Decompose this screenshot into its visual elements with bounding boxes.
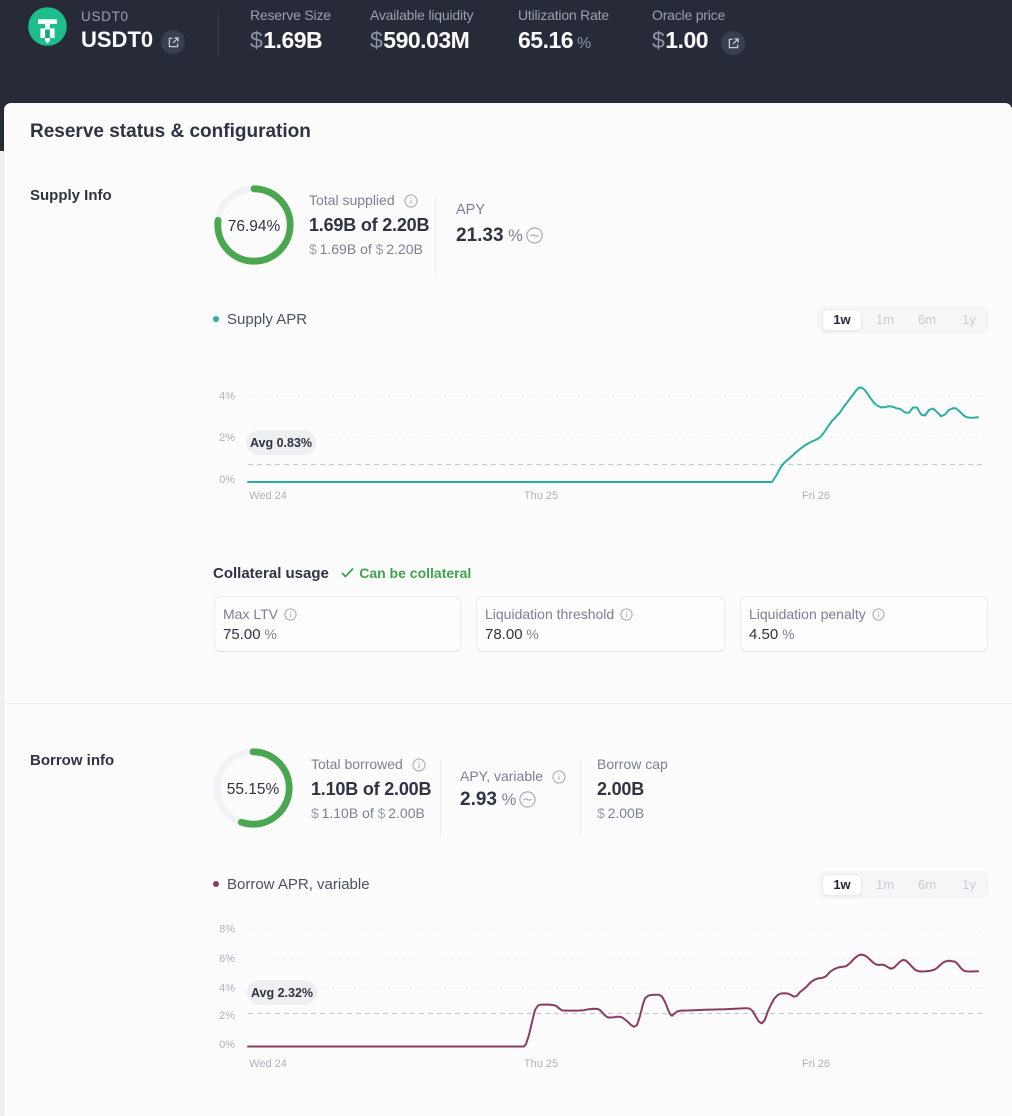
svg-text:2%: 2% — [219, 1010, 235, 1022]
svg-text:Avg 0.83%: Avg 0.83% — [250, 436, 312, 450]
svg-text:8%: 8% — [219, 924, 235, 936]
svg-text:4%: 4% — [219, 391, 235, 403]
svg-text:0%: 0% — [219, 474, 235, 486]
svg-text:Thu 25: Thu 25 — [524, 490, 558, 502]
svg-text:Fri 26: Fri 26 — [802, 1058, 830, 1070]
svg-text:6%: 6% — [219, 953, 235, 965]
svg-text:2%: 2% — [219, 432, 235, 444]
svg-text:Fri 26: Fri 26 — [802, 490, 830, 502]
svg-text:Wed 24: Wed 24 — [249, 490, 287, 502]
svg-text:Thu 25: Thu 25 — [524, 1058, 558, 1070]
svg-text:76.94%: 76.94% — [228, 218, 281, 235]
svg-text:Avg 2.32%: Avg 2.32% — [251, 986, 313, 1000]
svg-text:0%: 0% — [219, 1039, 235, 1051]
svg-text:4%: 4% — [219, 983, 235, 995]
svg-text:55.15%: 55.15% — [227, 781, 280, 798]
svg-text:Wed 24: Wed 24 — [249, 1058, 287, 1070]
